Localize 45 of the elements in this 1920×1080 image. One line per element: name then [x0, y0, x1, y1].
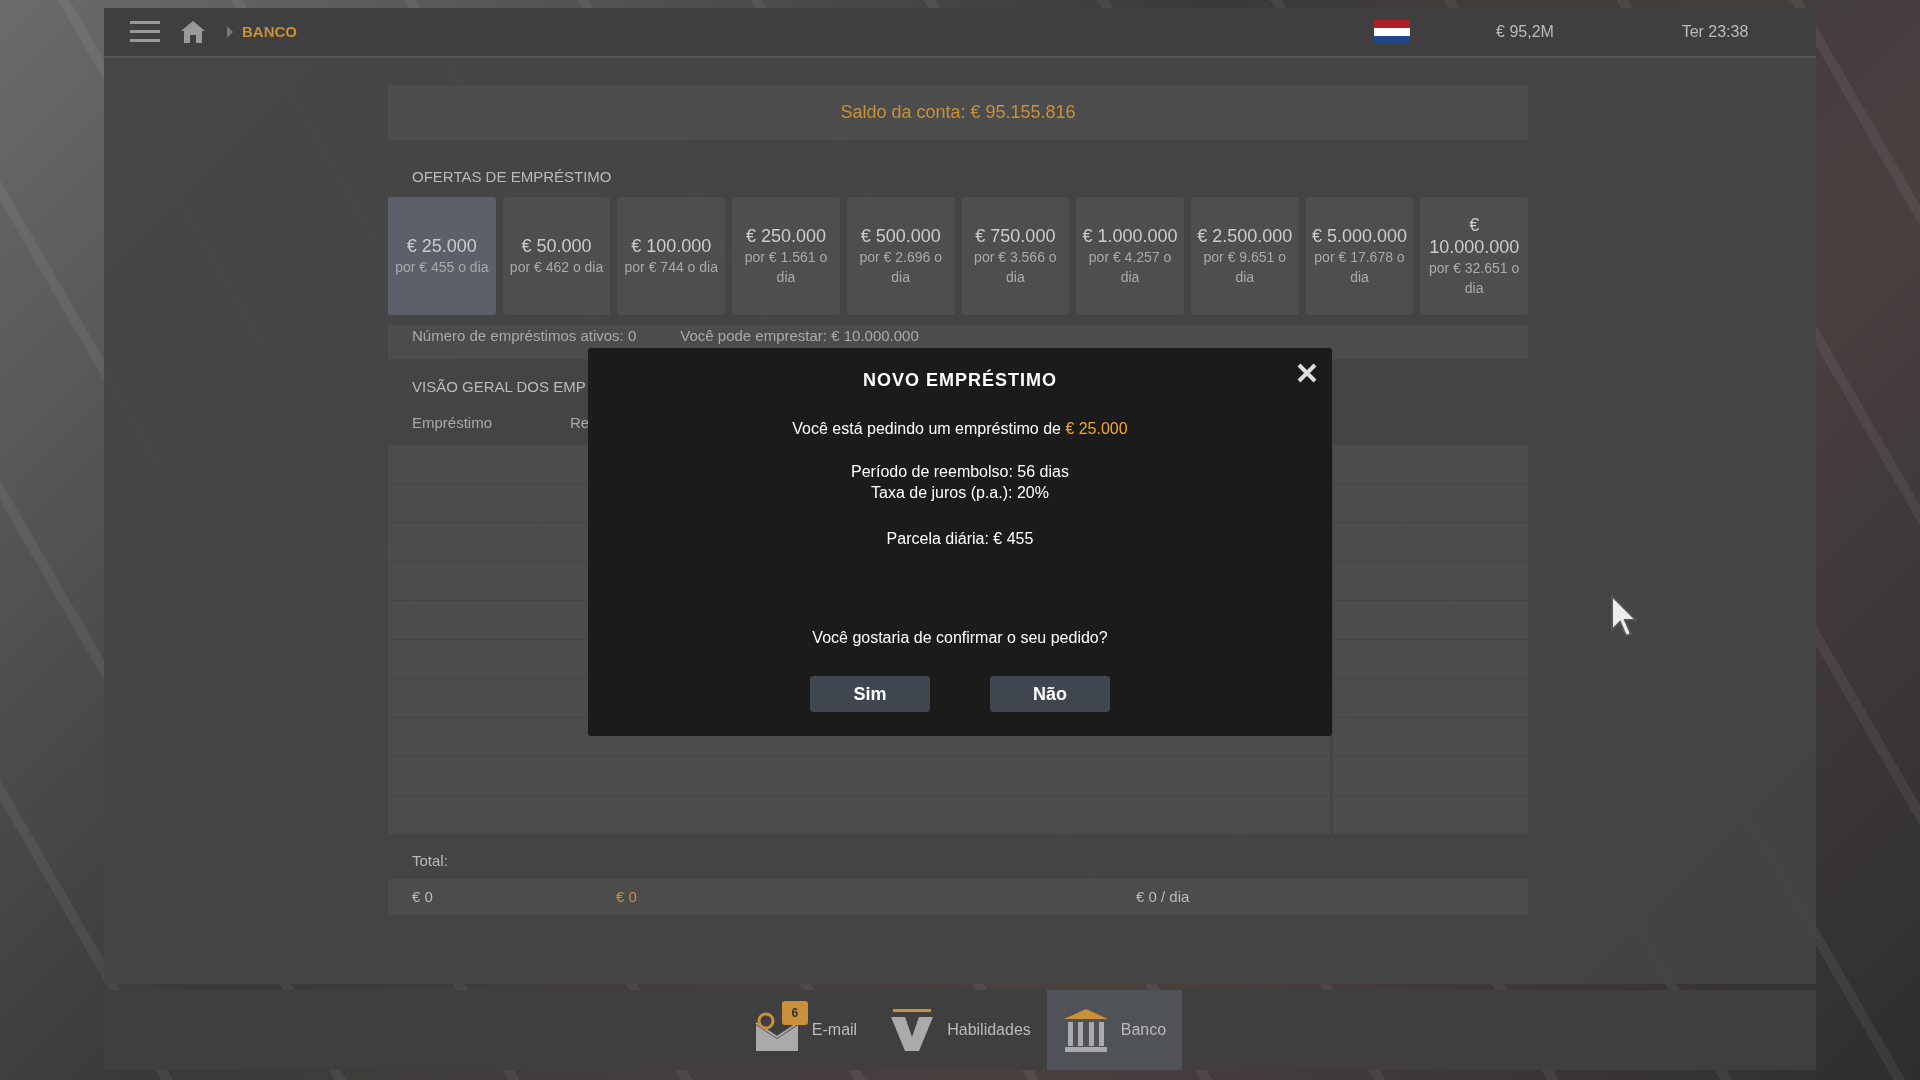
dialog-text: Período de reembolso: 56 dias [851, 462, 1069, 482]
loan-offer[interactable]: € 2.500.000 por € 9.651 o dia [1190, 196, 1299, 315]
loan-offer[interactable]: € 250.000 por € 1.561 o dia [732, 196, 840, 315]
dialog-title: NOVO EMPRÉSTIMO [863, 368, 1057, 392]
total-daily: € 0 / dia [1136, 886, 1190, 907]
close-icon [1296, 362, 1318, 384]
menu-icon[interactable] [130, 20, 160, 44]
taskbar-button[interactable]: 6 E-mail [737, 990, 874, 1070]
chevron-icon [226, 26, 234, 38]
stat-text: Número de empréstimos ativos: 0 [412, 327, 637, 343]
notification-badge: 6 [781, 1001, 808, 1025]
clock: Ter 23:38 [1680, 22, 1750, 42]
bank-icon [1062, 1007, 1109, 1053]
column-header: Empréstimo [412, 413, 493, 433]
section-title: OFERTAS DE EMPRÉSTIMO [412, 167, 612, 187]
dialog-button[interactable]: Sim [810, 676, 930, 712]
close-button[interactable] [1296, 362, 1318, 384]
flag-icon [1374, 20, 1410, 44]
dialog-question: Você gostaria de confirmar o seu pedido? [812, 628, 1108, 648]
loan-offer[interactable]: € 50.000 por € 462 o dia [502, 196, 611, 315]
dialog-button[interactable]: Não [990, 676, 1110, 712]
home-icon[interactable] [180, 20, 206, 44]
section-title: VISÃO GERAL DOS EMP [412, 376, 586, 397]
dialog-request: Você está pedindo um empréstimo de € 25.000 [792, 419, 1128, 439]
stat-text: Você pode emprestar: € 10.000.000 [680, 327, 919, 343]
loan-offer[interactable]: € 10.000.000 por € 32.651 o dia [1420, 196, 1529, 315]
cursor-icon [1610, 594, 1638, 638]
total-loan: € 0 [412, 886, 434, 907]
breadcrumb[interactable]: BANCO [242, 20, 297, 44]
loan-offer[interactable]: € 500.000 por € 2.696 o dia [846, 196, 955, 315]
account-balance: Saldo da conta: € 95.155.816 [388, 85, 1528, 140]
taskbar-button[interactable]: Habilidades [873, 990, 1047, 1070]
skills-icon [889, 1007, 936, 1053]
money-balance: € 95,2M [1495, 22, 1555, 42]
loan-offer[interactable]: € 100.000 por € 744 o dia [617, 196, 726, 315]
total-remaining: € 0 [616, 886, 638, 907]
dialog-text: Taxa de juros (p.a.): 20% [871, 483, 1049, 503]
total-label: Total: [412, 850, 448, 871]
loan-offer[interactable]: € 750.000 por € 3.566 o dia [961, 196, 1070, 315]
loan-offer[interactable]: € 25.000 por € 455 o dia [388, 196, 496, 315]
loan-offer[interactable]: € 5.000.000 por € 17.678 o dia [1305, 196, 1414, 315]
loan-offer[interactable]: € 1.000.000 por € 4.257 o dia [1076, 196, 1184, 315]
taskbar-button[interactable]: Banco [1046, 990, 1183, 1070]
column-header: Re [570, 413, 590, 433]
daily-installment: Parcela diária: € 455 [886, 529, 1034, 549]
